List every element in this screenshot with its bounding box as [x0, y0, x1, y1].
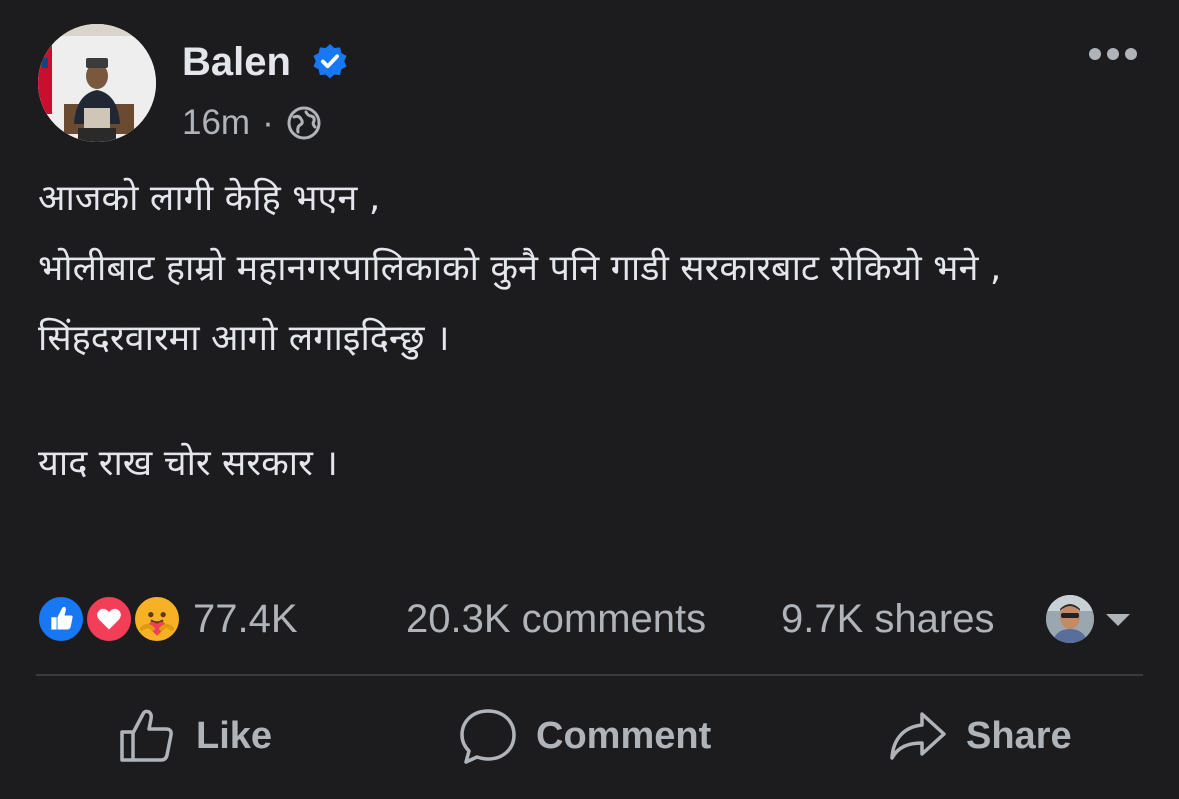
meta-separator: · [262, 103, 274, 142]
share-button-label: Share [966, 714, 1072, 757]
shares-count[interactable]: 9.7K shares [781, 594, 994, 644]
post-meta: 16m · [182, 102, 322, 144]
share-button[interactable]: Share [888, 704, 1072, 768]
post-body: आजको लागी केहि भएन , भोलीबाट हाम्रो महान… [38, 164, 1148, 499]
globe-icon [287, 106, 321, 140]
more-options-icon[interactable] [1088, 44, 1138, 64]
comment-button-label: Comment [536, 714, 712, 757]
chevron-down-icon[interactable] [1104, 612, 1132, 628]
engagement-stats: 77.4K 20.3K comments 9.7K shares [0, 590, 1179, 648]
comments-count[interactable]: 20.3K comments [406, 594, 706, 644]
author-avatar[interactable] [38, 24, 156, 142]
verified-badge-icon [313, 43, 347, 79]
post-action-bar: Like Comment Share [0, 690, 1179, 782]
thumbs-up-icon [120, 709, 173, 762]
viewer-avatar[interactable] [1046, 595, 1094, 643]
post-body-blank-line [38, 374, 1148, 429]
post-body-line: सिंहदरवारमा आगो लगाइदिन्छु । [38, 318, 450, 359]
comment-button[interactable]: Comment [458, 704, 711, 768]
like-button[interactable]: Like [118, 704, 272, 768]
post-body-line: याद राख चोर सरकार । [38, 443, 338, 484]
timestamp[interactable]: 16m [182, 102, 250, 144]
post-body-line: भोलीबाट हाम्रो महानगरपालिकाको कुनै पनि ग… [38, 248, 1002, 289]
like-button-label: Like [196, 714, 273, 757]
reaction-count[interactable]: 77.4K [193, 594, 298, 644]
facebook-post: Balen 16m · आजको लागी केहि भएन , भोलीबाट… [0, 0, 1179, 799]
post-body-line: आजको लागी केहि भएन , [38, 178, 381, 219]
reaction-icons[interactable] [36, 594, 186, 646]
love-reaction-icon [84, 594, 134, 644]
divider [36, 674, 1143, 676]
like-reaction-icon [36, 594, 86, 644]
author-name[interactable]: Balen [182, 38, 291, 86]
care-reaction-icon [132, 594, 182, 644]
comment-bubble-icon [460, 709, 516, 764]
share-arrow-icon [890, 712, 946, 760]
